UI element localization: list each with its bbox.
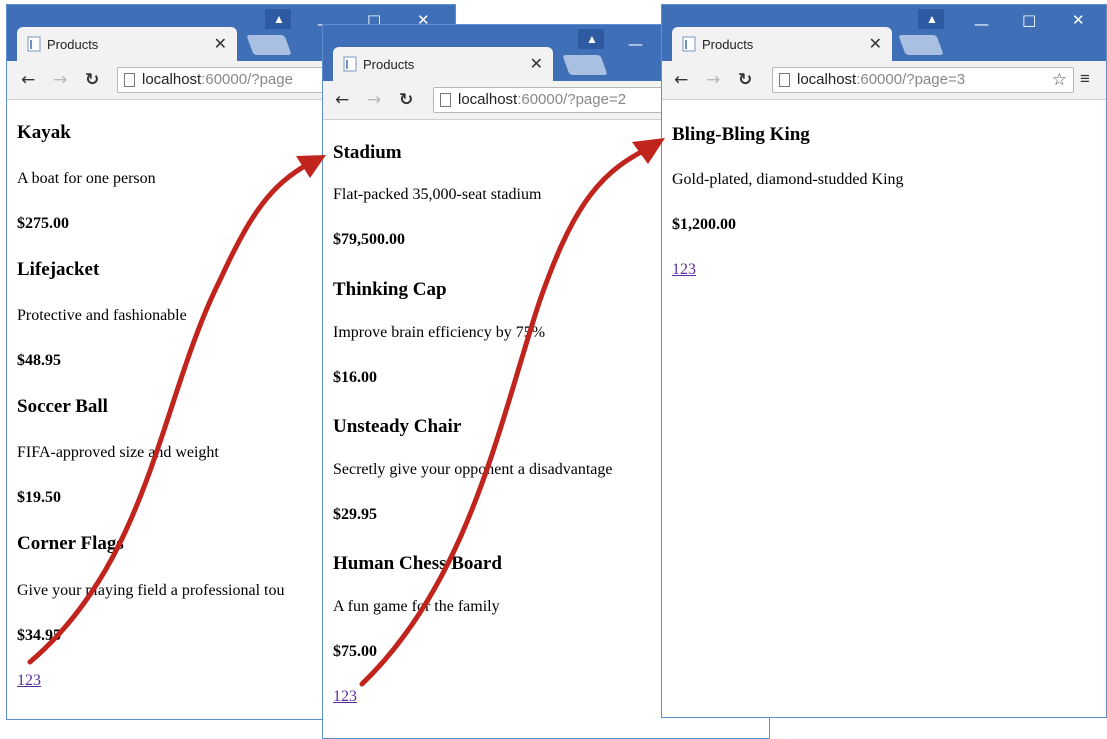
pagination-links[interactable]: 123	[672, 261, 696, 279]
product-description: A fun game for the family	[333, 598, 500, 615]
new-tab-button[interactable]	[562, 55, 608, 75]
product-name: Kayak	[17, 122, 71, 143]
product-price: $1,200.00	[672, 216, 736, 233]
new-tab-button[interactable]	[898, 35, 944, 55]
address-bar[interactable]: localhost:60000/?page=3 ☆	[772, 67, 1074, 93]
pagination-links[interactable]: 123	[17, 672, 41, 690]
tab-products[interactable]: Products ✕	[672, 27, 892, 61]
product-price: $19.50	[17, 489, 61, 506]
product-description: Flat-packed 35,000-seat stadium	[333, 186, 542, 203]
close-window-icon[interactable]: ✕	[1072, 11, 1085, 29]
product-price: $16.00	[333, 369, 377, 386]
user-icon[interactable]: ▲	[578, 29, 604, 49]
product-price: $34.95	[17, 627, 61, 644]
product-description: Secretly give your opponent a disadvanta…	[333, 461, 613, 478]
page-favicon-icon	[27, 36, 41, 52]
tab-products[interactable]: Products ✕	[17, 27, 237, 61]
tab-close-icon[interactable]: ✕	[530, 54, 543, 74]
tab-title: Products	[47, 37, 99, 52]
page-content: Bling-Bling King Gold-plated, diamond-st…	[672, 100, 1106, 717]
reload-icon[interactable]: ↻	[399, 90, 413, 110]
url-text: localhost:60000/?page	[142, 71, 293, 88]
arrow-right-icon[interactable]: →	[367, 90, 381, 110]
arrow-left-icon[interactable]: ←	[21, 70, 35, 90]
maximize-icon[interactable]: □	[1022, 11, 1036, 29]
tab-title: Products	[702, 37, 754, 52]
product-price: $48.95	[17, 352, 61, 369]
page-icon	[779, 73, 790, 87]
page-favicon-icon	[682, 36, 696, 52]
minimize-icon[interactable]: —	[628, 35, 643, 53]
star-icon[interactable]: ☆	[1052, 70, 1067, 90]
url-text: localhost:60000/?page=3	[797, 71, 966, 88]
arrow-left-icon[interactable]: ←	[674, 70, 688, 90]
page-icon	[440, 93, 451, 107]
product-name: Corner Flags	[17, 533, 124, 554]
tab-products[interactable]: Products ✕	[333, 47, 553, 81]
minimize-icon[interactable]: —	[974, 15, 989, 33]
product-name: Stadium	[333, 142, 402, 163]
user-icon[interactable]: ▲	[265, 9, 291, 29]
product-description: Gold-plated, diamond-studded King	[672, 171, 904, 188]
product-name: Human Chess Board	[333, 553, 502, 574]
tab-close-icon[interactable]: ✕	[214, 34, 227, 54]
product-description: A boat for one person	[17, 170, 156, 187]
title-bar: ▲ — □ ✕ Products ✕	[662, 5, 1106, 61]
product-description: Protective and fashionable	[17, 307, 187, 324]
product-description: FIFA-approved size and weight	[17, 444, 219, 461]
product-name: Lifejacket	[17, 259, 100, 280]
page-icon	[124, 73, 135, 87]
browser-toolbar: ← → ↻ localhost:60000/?page=3 ☆ ≡	[662, 61, 1106, 100]
product-price: $275.00	[17, 215, 69, 232]
product-name: Thinking Cap	[333, 279, 447, 300]
arrow-left-icon[interactable]: ←	[335, 90, 349, 110]
reload-icon[interactable]: ↻	[85, 70, 99, 90]
tab-close-icon[interactable]: ✕	[869, 34, 882, 54]
product-price: $75.00	[333, 643, 377, 660]
reload-icon[interactable]: ↻	[738, 70, 752, 90]
product-description: Improve brain efficiency by 75%	[333, 324, 546, 341]
tab-title: Products	[363, 57, 415, 72]
hamburger-menu-icon[interactable]: ≡	[1080, 69, 1090, 89]
arrow-right-icon[interactable]: →	[706, 70, 720, 90]
user-icon[interactable]: ▲	[918, 9, 944, 29]
pagination-links[interactable]: 123	[333, 688, 357, 706]
browser-window-page-3: ▲ — □ ✕ Products ✕ ← → ↻ localhost:60000…	[661, 4, 1107, 718]
product-name: Soccer Ball	[17, 396, 108, 417]
page-favicon-icon	[343, 56, 357, 72]
arrow-right-icon[interactable]: →	[53, 70, 67, 90]
url-text: localhost:60000/?page=2	[458, 91, 627, 108]
product-name: Bling-Bling King	[672, 124, 810, 145]
product-description: Give your playing field a professional t…	[17, 582, 285, 599]
new-tab-button[interactable]	[246, 35, 292, 55]
product-price: $79,500.00	[333, 231, 405, 248]
product-name: Unsteady Chair	[333, 416, 462, 437]
product-price: $29.95	[333, 506, 377, 523]
